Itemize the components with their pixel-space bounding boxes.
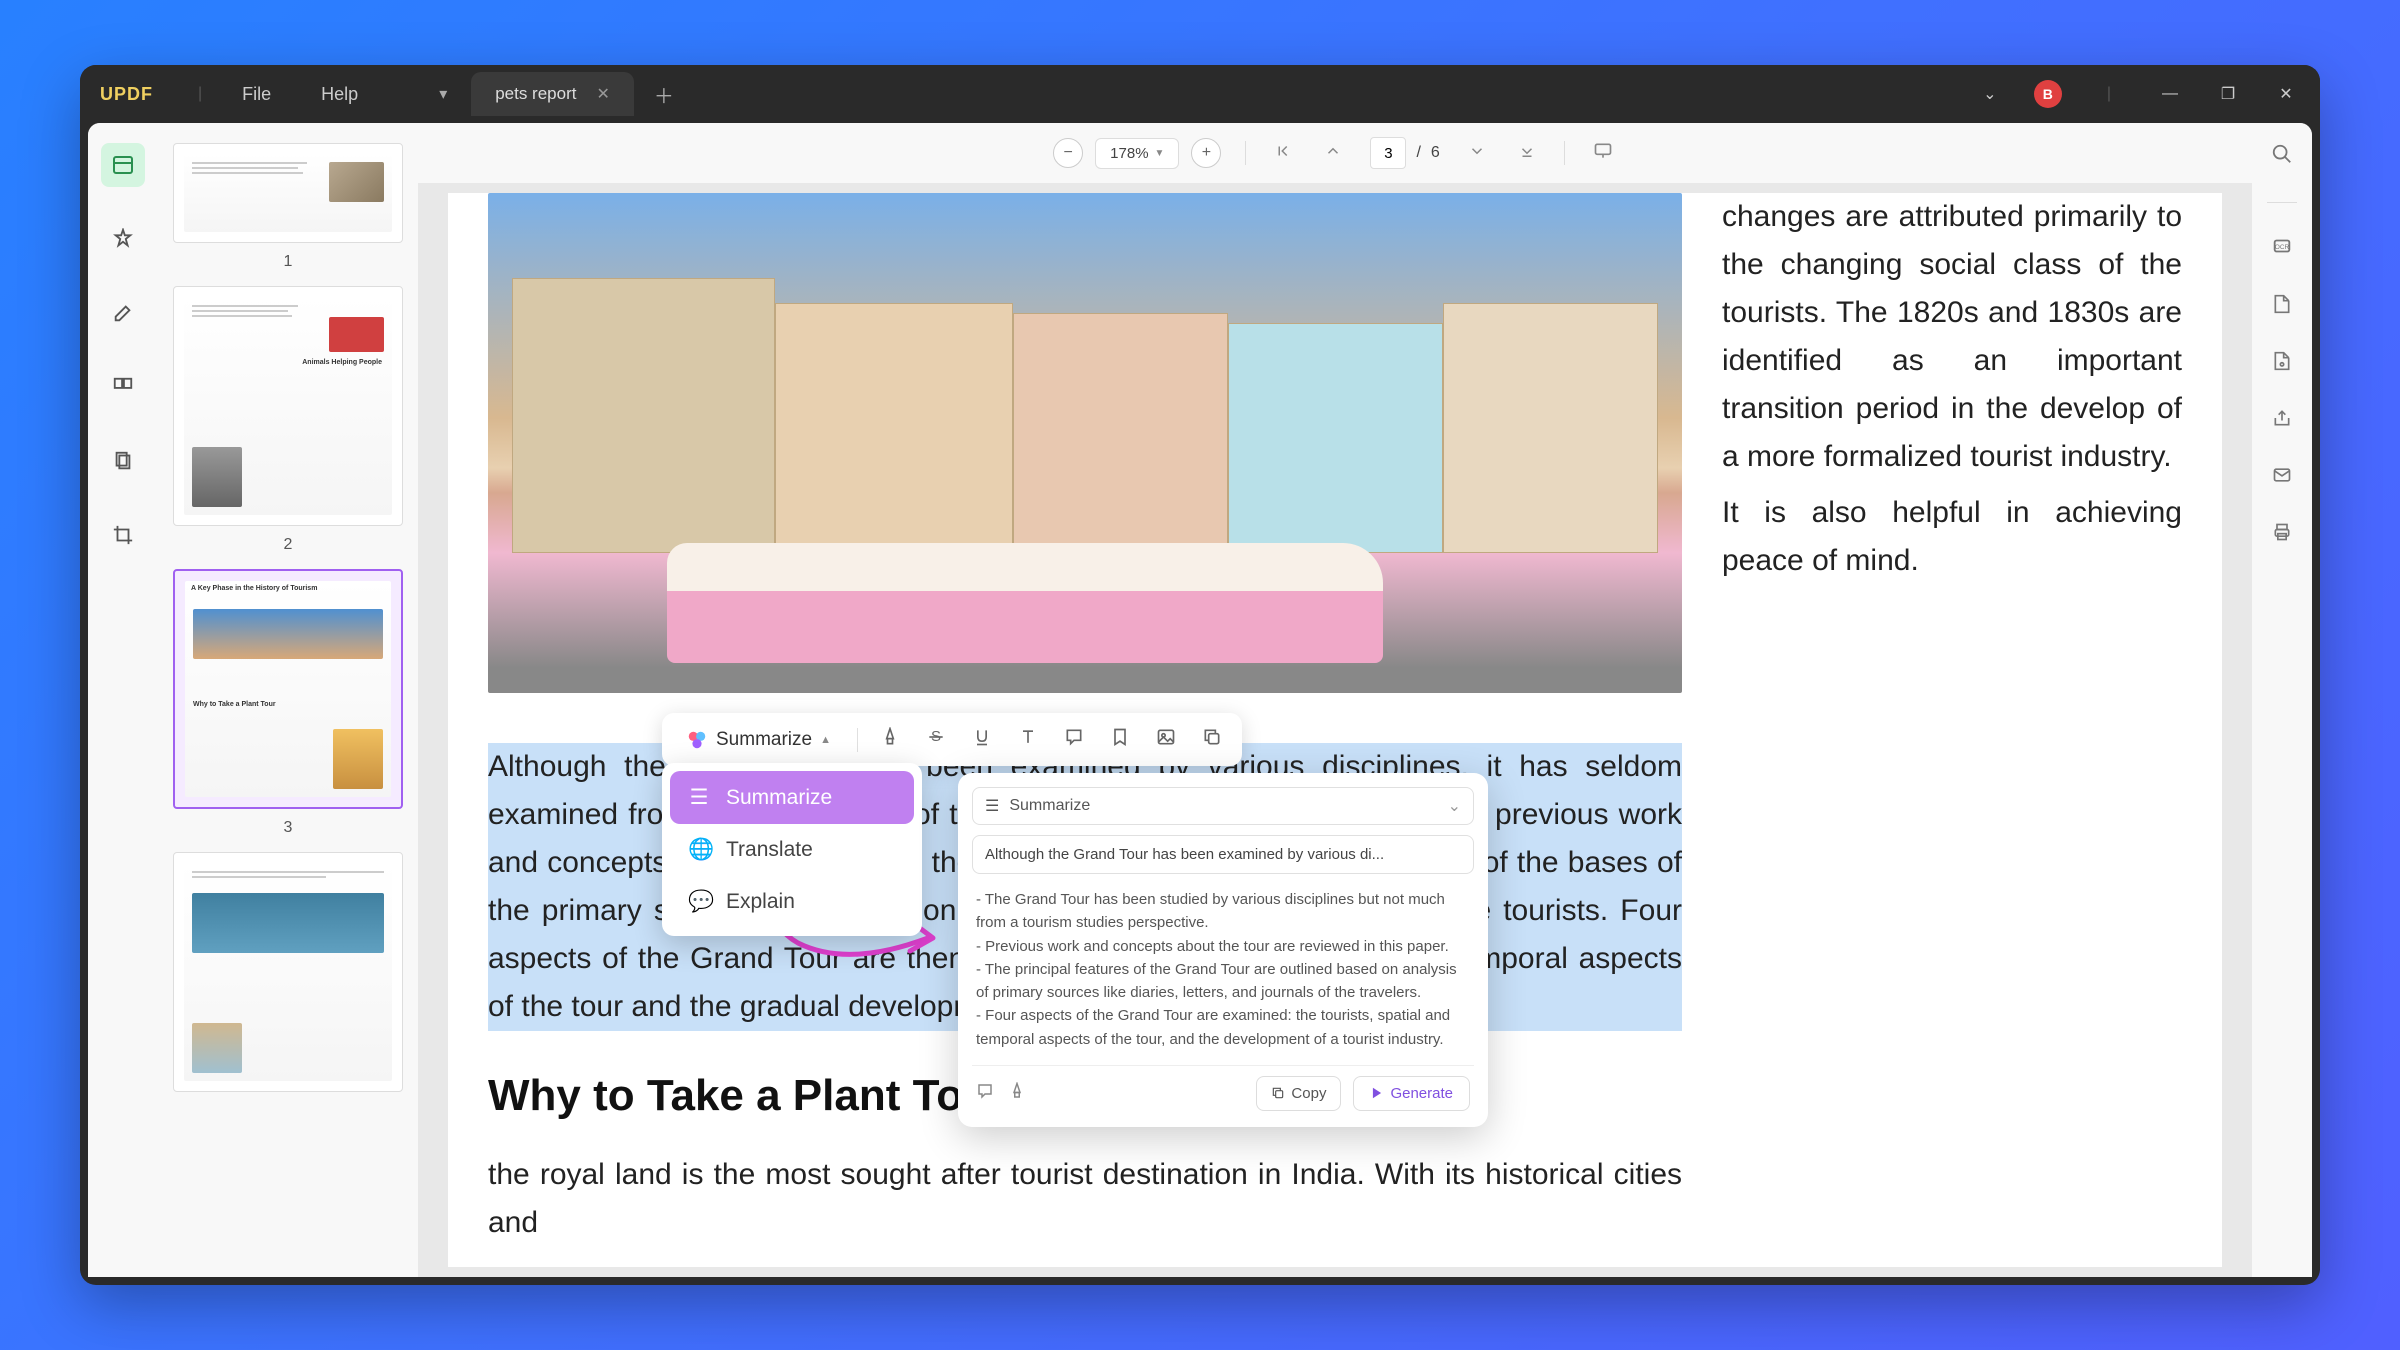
tab-title: pets report [495,84,576,104]
app-logo: UPDF [100,84,153,105]
svg-text:OCR: OCR [2275,244,2290,251]
pages-tool-icon[interactable] [101,439,145,483]
menu-file[interactable]: File [242,84,271,105]
list-icon: ☰ [985,796,999,816]
edit-tool-icon[interactable] [101,291,145,335]
ai-panel-mode-select[interactable]: ☰ Summarize ⌄ [972,787,1474,825]
ai-option-summarize[interactable]: ☰ Summarize [670,771,914,824]
annotate-tool-icon[interactable] [101,217,145,261]
page-thumbnail-2[interactable]: Animals Helping People [173,286,403,526]
right-toolbar: OCR [2252,123,2312,1277]
last-page-icon[interactable] [1514,138,1540,169]
thumb-label-1: 1 [173,253,403,271]
separator [2267,202,2297,203]
email-icon[interactable] [2272,465,2292,490]
underline-icon[interactable] [968,723,996,756]
bookmark-icon[interactable] [1106,723,1134,756]
new-tab-button[interactable]: ＋ [646,72,682,117]
page-indicator: / 6 [1370,137,1439,169]
ai-context-toolbar: Summarize ▲ S [662,713,1242,766]
zoom-level-dropdown[interactable]: 178%▼ [1095,138,1179,169]
body-paragraph: the royal land is the most sought after … [488,1151,1682,1247]
chat-icon: 💬 [688,890,710,914]
document-tab[interactable]: pets report ✕ [471,72,634,116]
page-thumbnail-4[interactable] [173,852,403,1092]
right-column-paragraph-1: changes are attributed primarily to the … [1722,193,2182,481]
share-icon[interactable] [2272,408,2292,433]
chat-icon[interactable] [976,1082,994,1105]
text-icon[interactable] [1014,723,1042,756]
highlight-icon[interactable] [1008,1082,1026,1105]
translate-icon: 🌐 [688,838,710,862]
app-window: UPDF | File Help ▾ pets report ✕ ＋ ⌄ B |… [80,65,2320,1285]
reader-tool-icon[interactable] [101,143,145,187]
page-thumbnail-3[interactable]: A Key Phase in the History of Tourism Wh… [173,569,403,809]
document-image [488,193,1682,693]
ai-main-label: Summarize [716,729,812,751]
first-page-icon[interactable] [1270,138,1296,169]
tab-close-icon[interactable]: ✕ [596,84,609,104]
ai-action-dropdown: ☰ Summarize 🌐 Translate 💬 Explain [662,763,922,936]
ai-option-translate[interactable]: 🌐 Translate [670,824,914,876]
prev-page-icon[interactable] [1320,138,1346,169]
content-area: 1 Animals Helping People 2 A Key Phase i… [88,123,2312,1277]
ai-logo-icon [686,729,708,751]
separator [1564,141,1565,165]
menu-help[interactable]: Help [321,84,358,105]
strikethrough-icon[interactable]: S [922,723,950,756]
thumb-label-3: 3 [173,819,403,837]
ai-option-explain[interactable]: 💬 Explain [670,876,914,928]
image-icon[interactable] [1152,723,1180,756]
ai-panel-footer: Copy Generate [972,1065,1474,1113]
chevron-down-icon: ⌄ [1448,796,1461,816]
tab-area: ▾ pets report ✕ ＋ [423,72,682,117]
list-icon: ☰ [688,785,710,810]
note-icon[interactable] [1060,723,1088,756]
user-avatar[interactable]: B [2034,80,2062,108]
maximize-button[interactable]: ❐ [2214,84,2242,104]
thumb-label-2: 2 [173,536,403,554]
document-toolbar: − 178%▼ + / 6 [418,123,2252,183]
next-page-icon[interactable] [1464,138,1490,169]
thumb-subheading: Why to Take a Plant Tour [193,701,276,708]
thumbnail-panel: 1 Animals Helping People 2 A Key Phase i… [158,123,418,1277]
total-pages: 6 [1431,144,1440,162]
print-icon[interactable] [2272,522,2292,547]
tab-list-dropdown[interactable]: ▾ [423,74,463,114]
right-column-paragraph-2: It is also helpful in achieving peace of… [1722,489,2182,585]
search-icon[interactable] [2271,143,2293,170]
copy-button[interactable]: Copy [1256,1076,1341,1111]
separator: | [2107,85,2111,103]
separator: | [198,85,202,103]
thumb-title: A Key Phase in the History of Tourism [185,581,391,596]
crop-tool-icon[interactable] [101,513,145,557]
ai-result-panel: ☰ Summarize ⌄ Although the Grand Tour ha… [958,773,1488,1127]
page-thumbnail-1[interactable] [173,143,403,243]
ocr-icon[interactable]: OCR [2271,235,2293,262]
titlebar: UPDF | File Help ▾ pets report ✕ ＋ ⌄ B |… [80,65,2320,123]
chevron-down-icon[interactable]: ⌄ [1976,84,2004,104]
save-icon[interactable] [2272,294,2292,319]
separator [1245,141,1246,165]
zoom-out-button[interactable]: − [1053,138,1083,168]
copy-icon[interactable] [1198,723,1226,756]
protect-icon[interactable] [2272,351,2292,376]
ai-summarize-dropdown[interactable]: Summarize ▲ [678,725,839,755]
generate-button[interactable]: Generate [1353,1076,1470,1111]
page-separator: / [1416,144,1420,162]
close-button[interactable]: ✕ [2272,84,2300,104]
minimize-button[interactable]: — [2156,85,2184,103]
ai-input-preview[interactable]: Although the Grand Tour has been examine… [972,835,1474,874]
presentation-icon[interactable] [1589,137,1617,170]
ai-result-text: - The Grand Tour has been studied by var… [972,888,1474,1065]
left-toolbar [88,123,158,1277]
separator [857,728,858,752]
titlebar-right: ⌄ B | — ❐ ✕ [1976,80,2300,108]
thumb-subheading: Animals Helping People [302,359,382,366]
organize-tool-icon[interactable] [101,365,145,409]
zoom-in-button[interactable]: + [1191,138,1221,168]
current-page-input[interactable] [1370,137,1406,169]
highlight-icon[interactable] [876,723,904,756]
